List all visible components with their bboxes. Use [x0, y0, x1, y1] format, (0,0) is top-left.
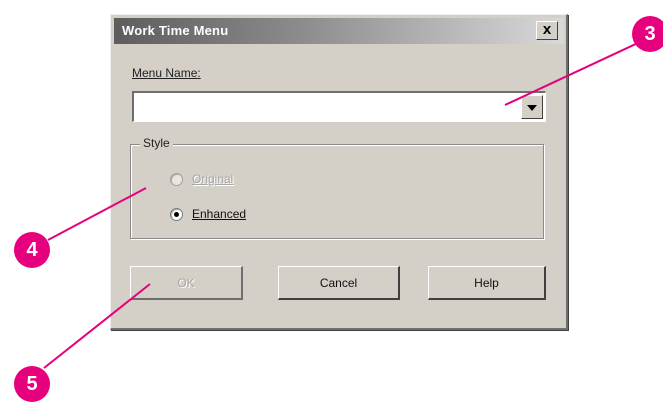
leader-line-4: [47, 187, 147, 241]
callout-5: 5: [14, 366, 50, 402]
leader-line-3: [504, 41, 641, 106]
callout-leader-lines: [43, 41, 641, 369]
leader-line-5: [43, 283, 151, 369]
callout-3: 3: [632, 16, 663, 52]
callout-4: 4: [14, 232, 50, 268]
